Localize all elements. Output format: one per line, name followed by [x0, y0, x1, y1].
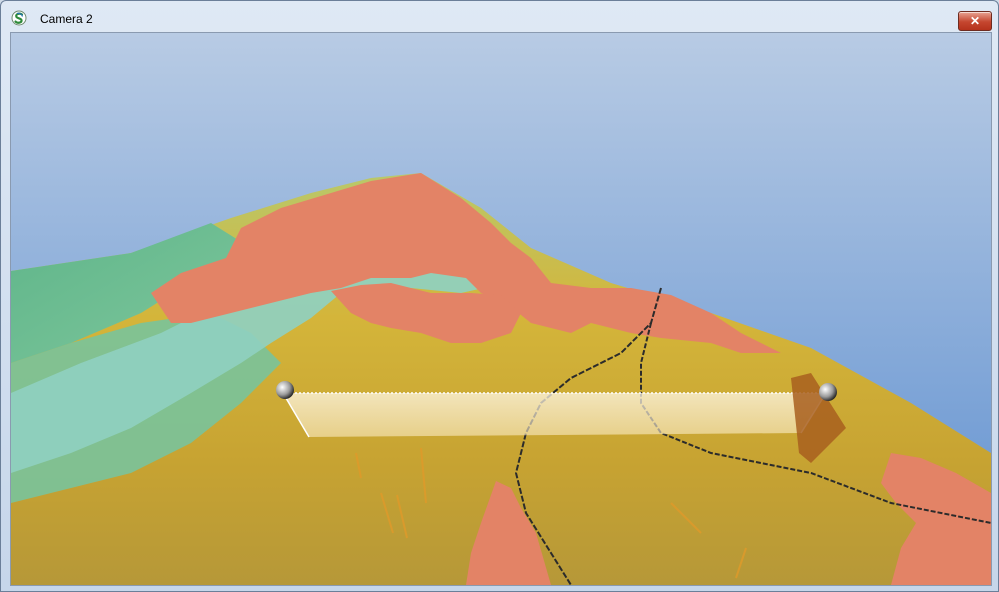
- control-point-right[interactable]: [819, 383, 837, 401]
- window-title: Camera 2: [40, 12, 93, 26]
- control-point-left[interactable]: [276, 381, 294, 399]
- close-icon: ✕: [969, 14, 981, 28]
- close-button[interactable]: ✕: [958, 11, 992, 31]
- title-bar[interactable]: Camera 2 ✕: [1, 1, 998, 33]
- measurement-area: [283, 393, 826, 437]
- terrain-scene[interactable]: [11, 33, 991, 585]
- 3d-viewport[interactable]: [10, 32, 992, 586]
- camera-window: Camera 2 ✕: [0, 0, 999, 592]
- app-logo-icon: [11, 10, 27, 26]
